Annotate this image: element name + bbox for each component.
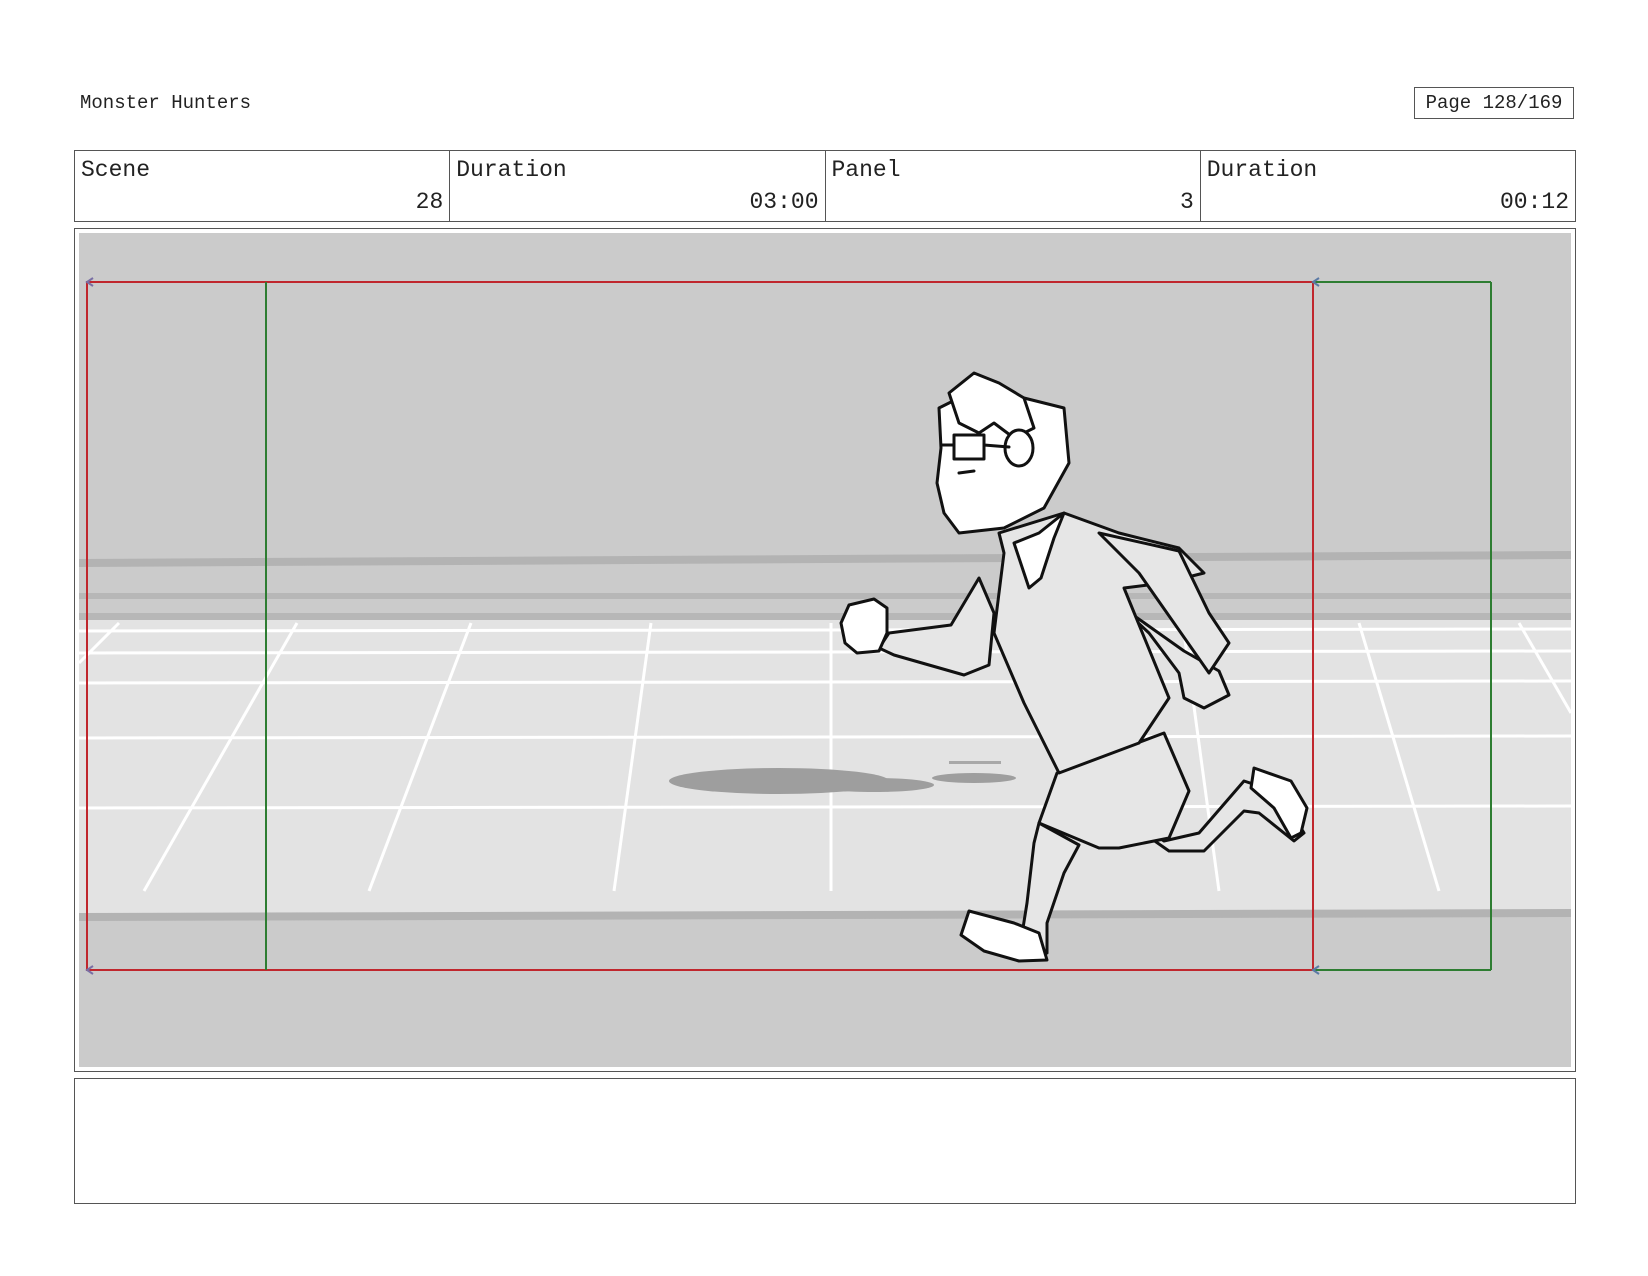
panel-notes-box — [74, 1078, 1576, 1204]
panel-duration-cell: Duration 00:12 — [1201, 151, 1575, 221]
scene-info-row: Scene 28 Duration 03:00 Panel 3 Duration… — [74, 150, 1576, 222]
panel-value: 3 — [1179, 189, 1194, 215]
scene-label: Scene — [81, 157, 151, 183]
panel-duration-label: Duration — [1206, 157, 1318, 183]
scene-value: 28 — [415, 189, 444, 215]
project-title: Monster Hunters — [80, 92, 252, 114]
scene-cell: Scene 28 — [75, 151, 451, 221]
scene-duration-label: Duration — [456, 157, 567, 183]
page-indicator: Page 128/169 — [1414, 87, 1574, 119]
panel-cell: Panel 3 — [826, 151, 1201, 221]
storyboard-panel — [74, 228, 1576, 1072]
panel-drawing — [79, 233, 1571, 1067]
panel-duration-value: 00:12 — [1499, 189, 1569, 215]
scene-duration-cell: Duration 03:00 — [450, 151, 826, 221]
scene-duration-value: 03:00 — [749, 189, 819, 215]
panel-label: Panel — [831, 157, 901, 183]
